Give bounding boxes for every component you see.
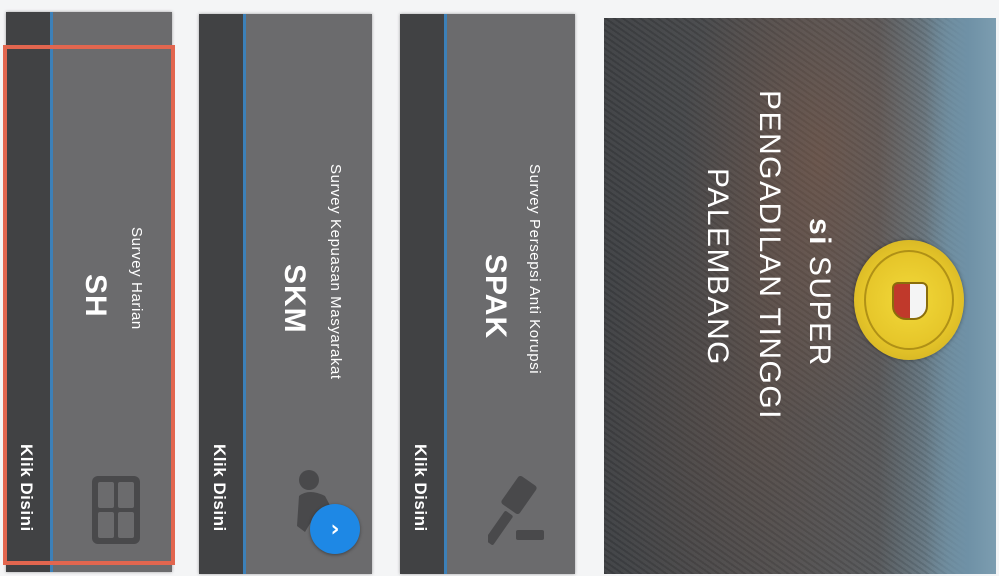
app-title: si SUPER	[802, 218, 836, 367]
survey-card-spak[interactable]: Klik Disini SPAK Survey Persepsi Anti Ko…	[400, 14, 575, 574]
app-screen: Klik Disini SH Survey Harian Klik Disini…	[0, 0, 999, 576]
survey-card-sh[interactable]: Klik Disini SH Survey Harian	[6, 12, 172, 572]
card-title: Survey Persepsi Anti Korupsi	[526, 164, 543, 375]
card-title: Survey Kepuasan Masyarakat	[327, 164, 344, 380]
card-cta-label[interactable]: Klik Disini	[209, 444, 229, 532]
app-location: PALEMBANG	[701, 168, 734, 366]
card-code: SH	[79, 274, 112, 318]
app-title-word: SUPER	[803, 255, 836, 367]
card-code: SKM	[278, 264, 311, 334]
scroll-button[interactable]: ›	[310, 504, 360, 554]
card-cta-label[interactable]: Klik Disini	[410, 444, 430, 532]
gavel-icon	[488, 475, 544, 545]
app-subtitle: PENGADILAN TINGGI	[753, 90, 786, 421]
survey-card-skm[interactable]: Klik Disini SKM Survey Kepuasan Masyarak…	[199, 14, 372, 574]
header-banner: si SUPER PENGADILAN TINGGI PALEMBANG	[604, 18, 996, 574]
grid-icon	[92, 476, 140, 544]
card-cta-label[interactable]: Klik Disini	[16, 444, 36, 532]
chevron-icon: ›	[330, 516, 340, 542]
card-title: Survey Harian	[128, 227, 145, 330]
card-code: SPAK	[479, 254, 512, 340]
shield-icon	[892, 282, 928, 320]
court-seal-logo	[854, 240, 964, 360]
app-title-prefix: si	[803, 218, 836, 247]
